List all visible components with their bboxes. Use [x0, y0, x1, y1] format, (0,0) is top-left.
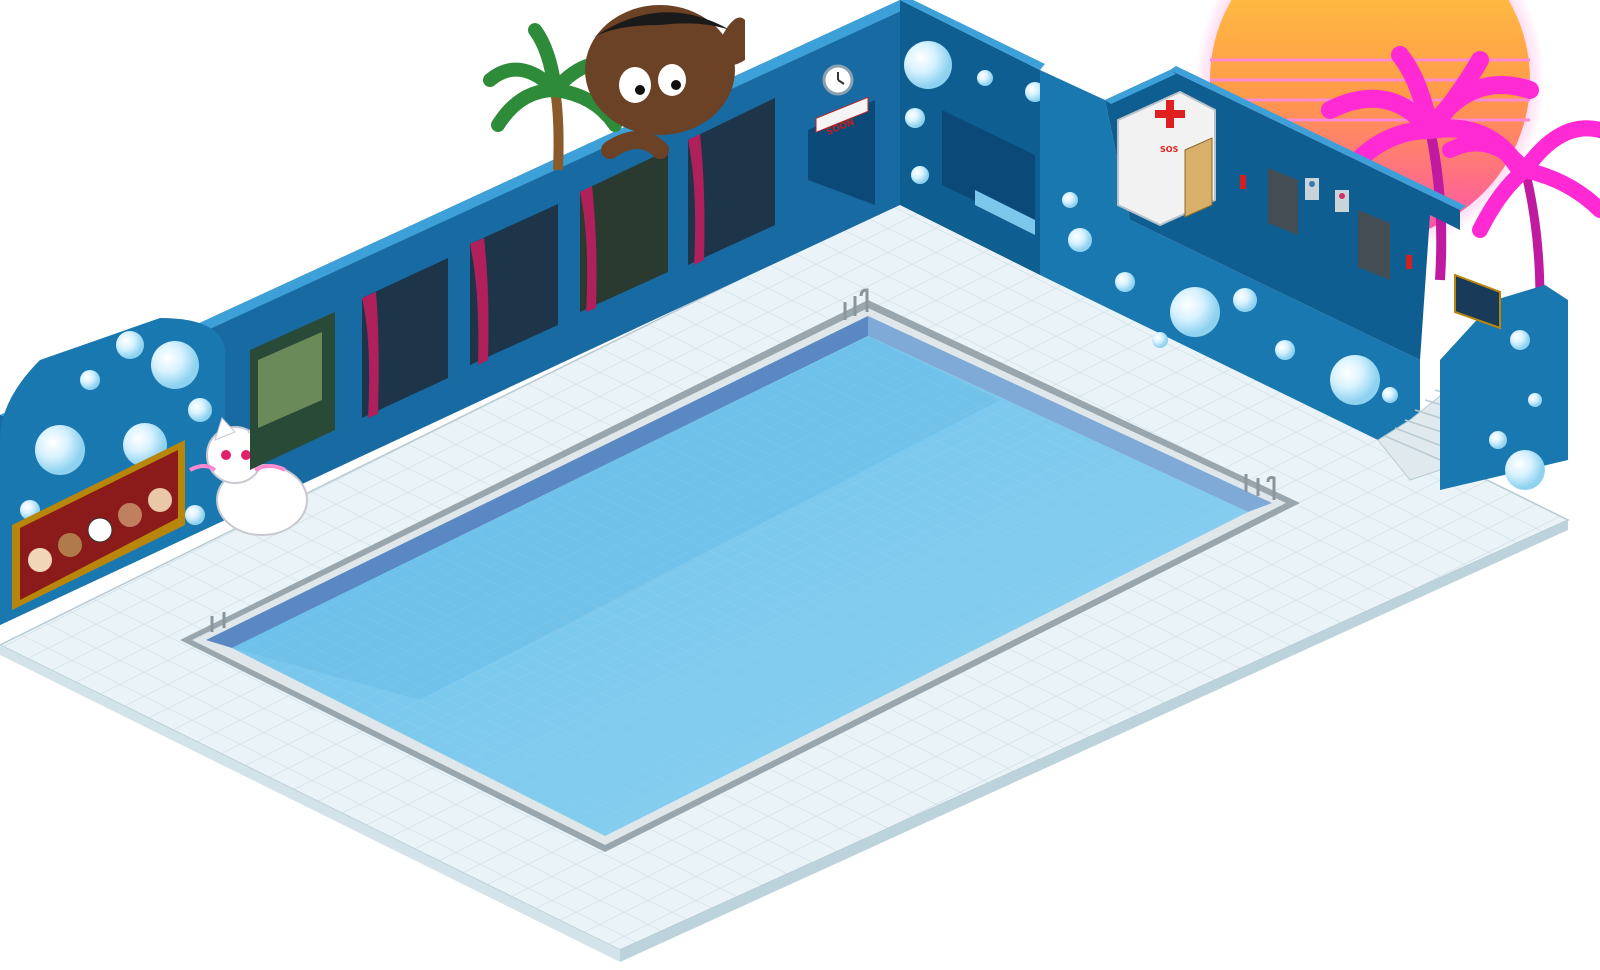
restroom-male-icon: [1305, 178, 1319, 200]
pool-room-scene: SOON SOS: [0, 0, 1600, 962]
restroom-female-icon: [1335, 190, 1349, 212]
right-end-wall: [1440, 273, 1568, 490]
first-aid-label: SOS: [1160, 145, 1179, 154]
framed-picture[interactable]: [1454, 273, 1501, 330]
clock-icon: [822, 64, 854, 96]
